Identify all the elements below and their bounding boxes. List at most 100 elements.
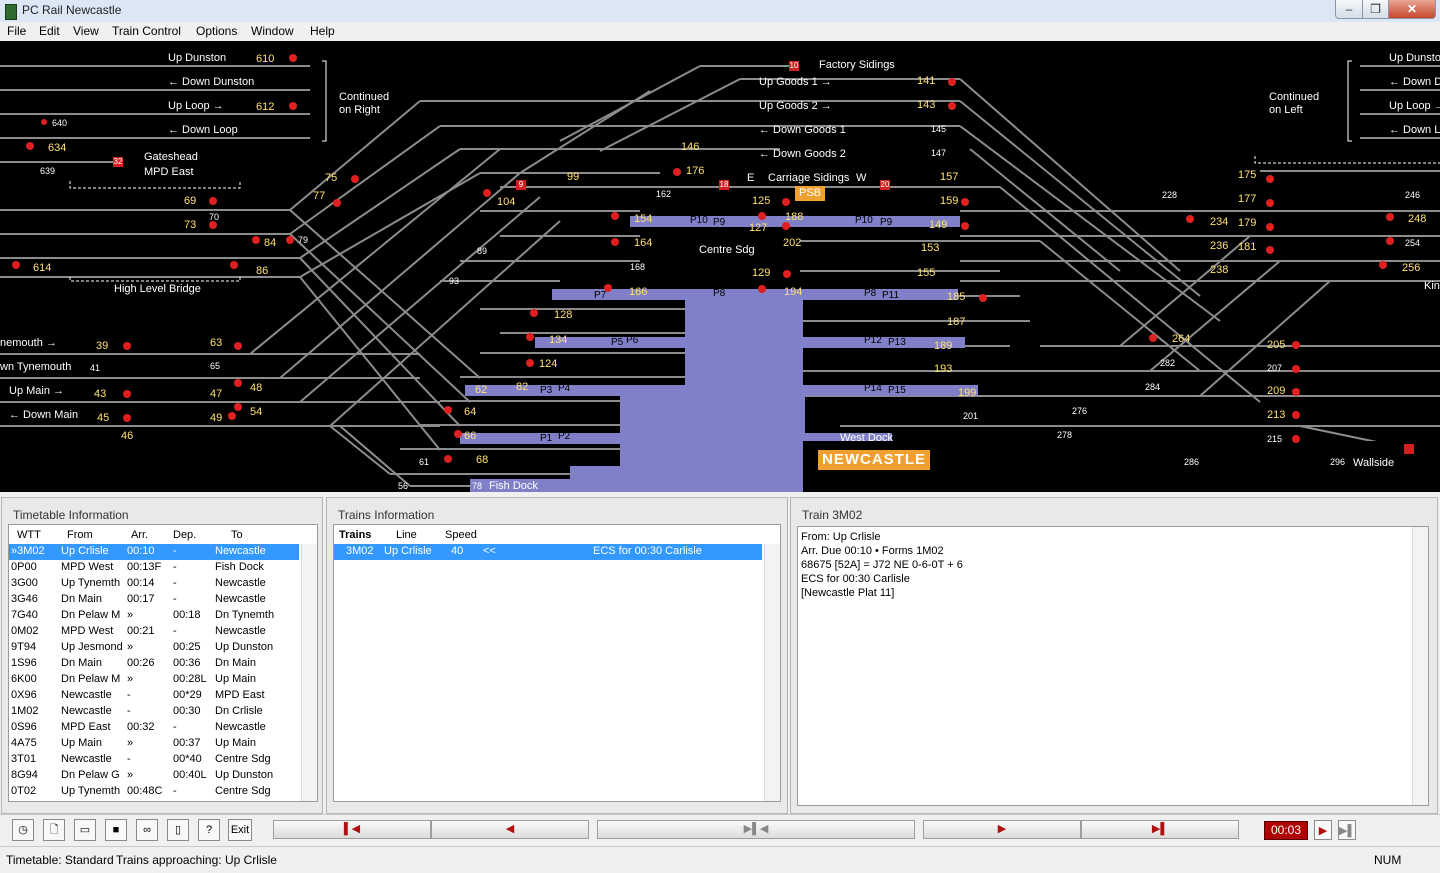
signal-157[interactable]: 157 <box>940 171 958 183</box>
signal-181[interactable]: 181 <box>1238 241 1256 253</box>
table-row[interactable]: 1S96 Dn Main 00:26 00:36 Dn Main <box>9 656 299 672</box>
signal-634[interactable]: 634 <box>48 142 66 154</box>
table-row[interactable]: 0X96 Newcastle - 00*29 MPD East <box>9 688 299 704</box>
signal-128[interactable]: 128 <box>554 309 572 321</box>
table-row[interactable]: 4A75 Up Main » 00:37 Up Main <box>9 736 299 752</box>
signal-65[interactable]: 65 <box>210 361 220 371</box>
signal-99[interactable]: 99 <box>567 171 579 183</box>
signal-125[interactable]: 125 <box>752 195 770 207</box>
signal-61[interactable]: 61 <box>419 457 429 467</box>
signal-185[interactable]: 185 <box>947 291 965 303</box>
signal-20[interactable] <box>1404 444 1414 454</box>
signal-234[interactable]: 234 <box>1210 216 1228 228</box>
psb-badge[interactable]: PSB <box>795 186 825 201</box>
table-row[interactable]: »3M02 Up Crlisle 00:10 - Newcastle <box>9 544 299 560</box>
binoculars-icon-button[interactable]: ∞ <box>136 819 158 841</box>
table-row[interactable]: 0T02 Up Tynemth 00:48C - Centre Sdg <box>9 784 299 800</box>
signal-193[interactable]: 193 <box>934 363 952 375</box>
signal-278[interactable]: 278 <box>1057 430 1072 440</box>
signal-43[interactable]: 43 <box>94 388 106 400</box>
signal-17[interactable]: 10 <box>789 61 799 71</box>
signal-188[interactable]: 188 <box>785 211 803 223</box>
signal-209[interactable]: 209 <box>1267 385 1285 397</box>
skip-forward-button[interactable]: ▶▌ <box>1081 820 1239 839</box>
table-row[interactable]: 0P00 MPD West 00:13F - Fish Dock <box>9 560 299 576</box>
table-row[interactable]: 8G94 Dn Pelaw G » 00:40L Up Dunston <box>9 768 299 784</box>
signal-168[interactable]: 168 <box>630 262 645 272</box>
signal-68[interactable]: 68 <box>476 454 488 466</box>
signal-79[interactable]: 79 <box>298 235 308 245</box>
table-row[interactable]: 0M02 MPD West 00:21 - Newcastle <box>9 624 299 640</box>
signal-62[interactable]: 62 <box>475 384 487 396</box>
signal-127[interactable]: 127 <box>749 222 767 234</box>
book-icon-button[interactable]: ▯ <box>167 819 189 841</box>
help-icon-button[interactable]: ? <box>198 819 220 841</box>
signal-614[interactable]: 614 <box>33 262 51 274</box>
trains-scrollbar[interactable] <box>764 544 780 801</box>
signal-41[interactable]: 41 <box>90 363 100 373</box>
signal-86[interactable]: 86 <box>256 265 268 277</box>
table-row[interactable]: 1M02 Newcastle - 00:30 Dn Crlisle <box>9 704 299 720</box>
signal-610[interactable]: 610 <box>256 53 274 65</box>
pause-button[interactable]: ▶▌◀ <box>597 820 915 839</box>
signal-155[interactable]: 155 <box>917 267 935 279</box>
skip-back-button[interactable]: ▌◀ <box>273 820 431 839</box>
col-header-arr[interactable]: Arr. <box>131 529 148 541</box>
signal-77[interactable]: 77 <box>313 190 325 202</box>
signal-143[interactable]: 143 <box>917 99 935 111</box>
signal-246[interactable]: 246 <box>1405 190 1420 200</box>
signal-63[interactable]: 63 <box>210 337 222 349</box>
trains-list[interactable]: Trains Line Speed 3M02 Up Crlisle 40 << … <box>333 524 781 802</box>
signal-89[interactable]: 89 <box>477 246 487 256</box>
table-row[interactable]: 3G46 Dn Main 00:17 - Newcastle <box>9 592 299 608</box>
signal-238[interactable]: 238 <box>1210 264 1228 276</box>
table-row[interactable]: 7G40 Dn Pelaw M » 00:18 Dn Tynemth <box>9 608 299 624</box>
signal-236[interactable]: 236 <box>1210 240 1228 252</box>
signal-612[interactable]: 612 <box>256 101 274 113</box>
signal-75[interactable]: 75 <box>325 172 337 184</box>
signal-162[interactable]: 162 <box>656 189 671 199</box>
signal-54[interactable]: 54 <box>250 406 262 418</box>
signal-73[interactable]: 73 <box>184 219 196 231</box>
timetable-scrollbar[interactable] <box>301 544 317 801</box>
menu-options[interactable]: Options <box>196 24 237 38</box>
signal-9[interactable]: 9 <box>516 180 526 190</box>
col-header-from[interactable]: From <box>67 529 93 541</box>
signal-104[interactable]: 104 <box>497 196 515 208</box>
signal-228[interactable]: 228 <box>1162 190 1177 200</box>
signal-639[interactable]: 639 <box>40 166 55 176</box>
signal-256[interactable]: 256 <box>1402 262 1420 274</box>
signal-205[interactable]: 205 <box>1267 339 1285 351</box>
signal-134[interactable]: 134 <box>549 334 567 346</box>
signal-166[interactable]: 166 <box>629 286 647 298</box>
signal-10[interactable]: 18 <box>719 180 729 190</box>
signal-194[interactable]: 194 <box>784 286 802 298</box>
timetable-list[interactable]: WTT From Arr. Dep. To »3M02 Up Crlisle 00:… <box>8 524 318 802</box>
table-row[interactable]: 3T01 Newcastle - 00*40 Centre Sdg <box>9 752 299 768</box>
signal-145[interactable]: 145 <box>931 124 946 134</box>
signal-47[interactable]: 47 <box>210 388 222 400</box>
signal-69[interactable]: 69 <box>184 195 196 207</box>
train-row[interactable]: 3M02 Up Crlisle 40 << ECS for 00:30 Carl… <box>334 544 762 560</box>
menu-train-control[interactable]: Train Control <box>112 24 181 38</box>
signal-254[interactable]: 254 <box>1405 238 1420 248</box>
col-header-speed[interactable]: Speed <box>445 529 477 541</box>
signal-66[interactable]: 66 <box>464 430 476 442</box>
signal-146[interactable]: 146 <box>681 141 699 153</box>
signal-124[interactable]: 124 <box>539 358 557 370</box>
signal-153[interactable]: 153 <box>921 242 939 254</box>
new-document-icon-button[interactable]: 🗋 <box>43 819 65 841</box>
signal-199[interactable]: 199 <box>958 387 976 399</box>
signal-189[interactable]: 189 <box>934 340 952 352</box>
signal-213[interactable]: 213 <box>1267 409 1285 421</box>
step-forward-button[interactable]: ▶ <box>923 820 1081 839</box>
table-row[interactable]: 6K00 Dn Pelaw M » 00:28L Up Main <box>9 672 299 688</box>
signal-159[interactable]: 159 <box>940 195 958 207</box>
col-header-wtt[interactable]: WTT <box>17 529 41 541</box>
signal-49[interactable]: 49 <box>210 412 222 424</box>
col-header-trains[interactable]: Trains <box>339 529 371 541</box>
exit-button[interactable]: Exit <box>228 819 252 841</box>
signal-179[interactable]: 179 <box>1238 217 1256 229</box>
col-header-line[interactable]: Line <box>396 529 417 541</box>
signal-201[interactable]: 201 <box>963 411 978 421</box>
